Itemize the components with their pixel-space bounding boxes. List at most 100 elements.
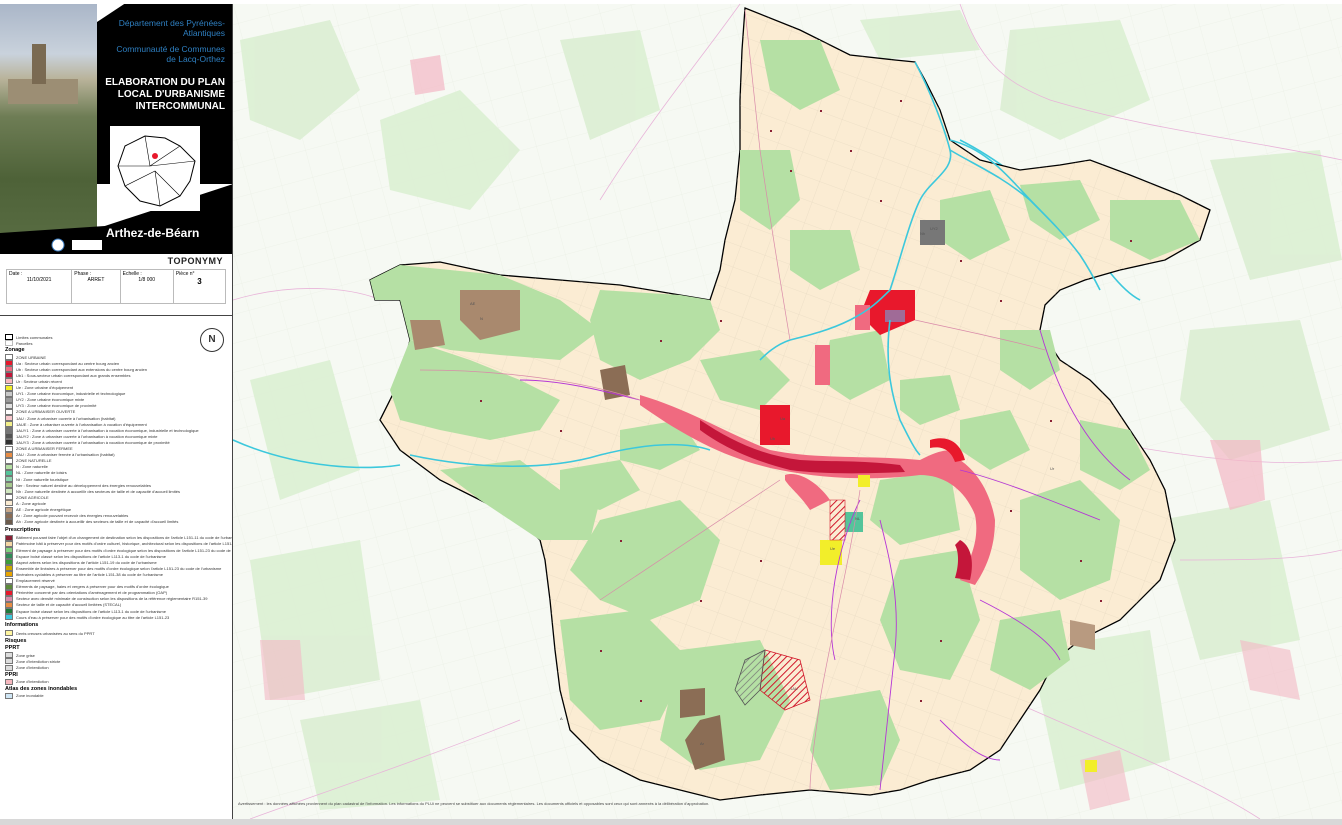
legend-zone-item: Ner : Secteur naturel destiné au dévelop… (5, 482, 151, 489)
legend-swatch (5, 692, 13, 699)
legend-prescription-item: Secteur de taille et de capacité d'accue… (5, 601, 122, 608)
legend-swatch (5, 571, 13, 578)
legend-label: ZONE NATURELLE (16, 458, 52, 464)
legend-zone-item: Nt : Zone naturelle touristique (5, 476, 68, 482)
legend-zone-item: UY3 : Zone urbaine économique de proximi… (5, 402, 97, 409)
community-label: Communauté de Communes de Lacq-Orthez (116, 44, 225, 64)
legend-label: ZONE URBAINE (16, 354, 47, 360)
legend-swatch (5, 547, 13, 553)
legend-label: Périmètre concerné par des orientations … (16, 590, 168, 596)
legend-swatch (5, 415, 13, 421)
legend-pprt-item: Zone d'interdiction (5, 664, 49, 671)
legend-swatch (5, 589, 13, 596)
horizontal-scrollbar[interactable] (0, 819, 1342, 825)
legend-label: 2AU : Zone à urbaniser fermée à l'urbani… (16, 452, 115, 458)
legend-prescription-item: Espace boisé classé selon les dispositio… (5, 553, 166, 560)
legend-swatch (5, 445, 13, 452)
legend-label: Ensemble de linéaires à préserver pour d… (16, 565, 222, 571)
legend-prescription-item: Elément de paysage à préserver pour des … (5, 547, 233, 553)
legend-prescription-item: Bâtiment pouvant faire l'objet d'un chan… (5, 534, 233, 541)
pprt-heading: PPRT (5, 645, 20, 652)
legend-zone-item: AE : Zone agricole énergétique (5, 506, 72, 513)
legend-label: Bâtiment pouvant faire l'objet d'un chan… (16, 535, 233, 541)
legend-swatch (5, 421, 13, 428)
legend-label: Itinéraires cyclables à préserver au tit… (16, 571, 163, 577)
zone-label: Ue (830, 546, 836, 551)
zone-label: Ar (700, 741, 705, 746)
legend-zone-item: 1AUE : Zone à urbaniser ouverte à l'urba… (5, 421, 147, 428)
logos (50, 236, 105, 254)
legend-label: Dents creuses urbanisées au sens du PPRT (16, 630, 95, 636)
legend-zone-item: Ub1 : Sous-secteur urbain correspondant … (5, 372, 131, 379)
legend-label: Secteur de taille et de capacité d'accue… (16, 602, 122, 608)
legend-zone-item: ZONE URBAINE (5, 354, 46, 360)
zone-label: A (560, 716, 563, 721)
legend-label: Ner : Secteur naturel destiné au dévelop… (16, 482, 151, 488)
legend-swatch (5, 565, 13, 572)
legend: N Limites communales Parcelles Zonage ZO… (0, 318, 233, 818)
legend-label: Ua : Secteur urbain correspondant au cen… (16, 360, 120, 366)
legend-label: AE : Zone agricole énergétique (16, 507, 72, 512)
phase-value: ARRET (87, 277, 105, 283)
legend-zone-item: Ua : Secteur urbain correspondant au cen… (5, 360, 120, 367)
legend-zone-item: ZONE A URBANISER OUVERTE (5, 408, 75, 415)
legend-zone-item: ZONE NATURELLE (5, 457, 52, 464)
legend-label: Zone inondable (16, 693, 44, 699)
zone-label: N (480, 316, 483, 321)
legend-prescription-item: Périmètre concerné par des orientations … (5, 589, 168, 596)
zone-label: Ur (1050, 466, 1055, 471)
zone-label: Ua (780, 416, 786, 421)
legend-label: Ue : Zone urbaine d'équipement (16, 385, 74, 390)
prescriptions-heading: Prescriptions (5, 526, 41, 533)
legend-swatch (5, 488, 13, 495)
legend-swatch (5, 595, 13, 602)
legend-zone-item: Ah : Zone agricole destinée à accueillir… (5, 518, 178, 525)
village-photo (0, 4, 97, 254)
plan-title: ELABORATION DU PLAN LOCAL D'URBANISME IN… (105, 77, 225, 112)
legend-swatch (5, 463, 13, 470)
atlas-heading: Atlas des zones inondables (5, 685, 78, 692)
legend-label: 1AUE : Zone à urbaniser ouverte à l'urba… (16, 421, 147, 427)
legend-swatch (5, 482, 13, 489)
legend-prescription-item: Aspect arbres selon les dispositions de … (5, 559, 157, 566)
legend-label: ZONE AGRICOLE (16, 494, 49, 500)
disclaimer: Avertissement : les données affichées pr… (238, 801, 710, 806)
zone-label: NL (855, 516, 861, 521)
legend-zone-item: A : Zone agricole (5, 500, 46, 507)
legend-label: Zone d'interdiction (16, 679, 49, 685)
zone-label: UY2 (930, 226, 939, 231)
legend-zone-item: Nh : Zone naturelle destinée à accueilli… (5, 488, 180, 495)
legend-ppri-item: Zone d'interdiction (5, 678, 49, 685)
legend-zone-item: Ar : Zone agricole pouvant recevoir des … (5, 512, 128, 519)
title-block: Département des Pyrénées-Atlantiques Com… (0, 4, 232, 316)
firm-logo: TOPONYMY (167, 256, 223, 266)
legend-swatch (5, 664, 13, 671)
legend-label: UY2 : Zone urbaine économique mixte (16, 397, 85, 403)
legend-label: Zone d'interdiction (16, 665, 49, 670)
legend-zone-item: Ue : Zone urbaine d'équipement (5, 384, 74, 391)
legend-swatch (5, 583, 13, 590)
legend-zone-item: ZONE A URBANISER FERMEE (5, 445, 73, 452)
legend-label: Aspect arbres selon les dispositions de … (16, 559, 157, 565)
legend-swatch (5, 354, 13, 360)
legend-label: Ub1 : Sous-secteur urbain correspondant … (16, 372, 131, 378)
legend-swatch (5, 366, 13, 373)
legend-swatch (5, 500, 13, 507)
zone-label: Ub (770, 436, 776, 441)
legend-swatch (5, 601, 13, 608)
legend-swatch (5, 540, 13, 547)
legend-prescription-item: Emplacement réservé (5, 577, 55, 584)
legend-label: Secteur avec densité minimale de constru… (16, 596, 208, 602)
legend-label: Elément de paysage à préserver pour des … (16, 547, 233, 553)
informations-heading: Informations (5, 622, 39, 629)
legend-swatch (5, 372, 13, 379)
legend-swatch (5, 630, 13, 637)
legend-panel: Département des Pyrénées-Atlantiques Com… (0, 4, 233, 819)
legend-label: Patrimoine bâti à préserver pour des mot… (16, 541, 233, 547)
legend-zone-item: 1AUY2 : Zone à urbaniser ouverte à l'urb… (5, 433, 158, 440)
legend-label: 1AUY2 : Zone à urbaniser ouverte à l'urb… (16, 433, 158, 439)
legend-swatch (5, 402, 13, 409)
legend-swatch (5, 559, 13, 566)
legend-label: 1AU : Zone à urbaniser ouverte à l'urban… (16, 415, 116, 421)
legend-swatch (5, 396, 13, 403)
